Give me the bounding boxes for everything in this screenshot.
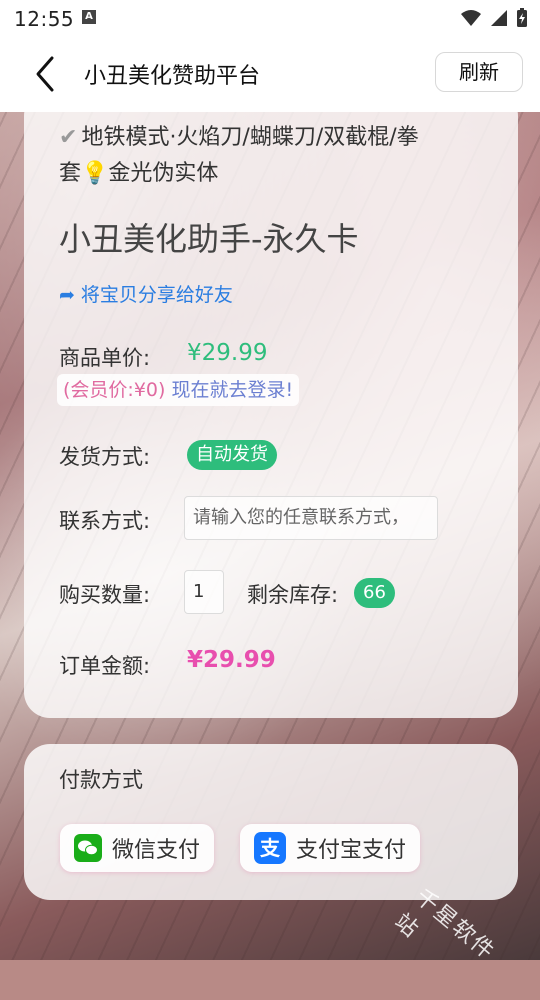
notification-icon: A xyxy=(82,10,96,24)
description-line2-pre: 套 xyxy=(59,161,82,186)
share-link[interactable]: ➦ 将宝贝分享给好友 xyxy=(59,280,233,307)
wechat-icon xyxy=(74,834,102,862)
page-title: 小丑美化赞助平台 xyxy=(84,64,261,89)
description-line1: 地铁模式·火焰刀/蝴蝶刀/双截棍/拳 xyxy=(81,125,419,150)
delivery-label: 发货方式: xyxy=(59,445,151,469)
signal-icon xyxy=(491,10,507,26)
wechat-pay-button[interactable]: 微信支付 xyxy=(60,824,215,872)
wechat-pay-label: 微信支付 xyxy=(112,838,201,863)
battery-icon xyxy=(517,8,527,27)
app-header: 小丑美化赞助平台 刷新 xyxy=(0,36,540,112)
back-arrow-icon[interactable] xyxy=(30,54,62,94)
share-arrow-icon: ➦ xyxy=(59,284,75,306)
lightbulb-icon: 💡 xyxy=(81,161,109,186)
quantity-input[interactable]: 1 xyxy=(184,570,224,614)
description-line2-post: 金光伪实体 xyxy=(108,161,219,186)
checkmark-icon: ✔ xyxy=(59,125,78,150)
unit-price-value: ¥29.99 xyxy=(187,340,268,366)
contact-label: 联系方式: xyxy=(59,509,151,533)
member-price: (会员价:¥0) xyxy=(63,379,166,401)
unit-price-label: 商品单价: xyxy=(59,346,151,370)
share-label: 将宝贝分享给好友 xyxy=(80,284,233,306)
payment-title: 付款方式 xyxy=(59,768,143,792)
alipay-label: 支付宝支付 xyxy=(296,838,407,863)
payment-card: 付款方式 微信支付 支 支付宝支付 xyxy=(24,744,518,900)
member-price-row: (会员价:¥0) 现在就去登录! xyxy=(57,374,300,406)
alipay-button[interactable]: 支 支付宝支付 xyxy=(240,824,421,872)
delivery-badge: 自动发货 xyxy=(187,440,277,470)
stock-badge: 66 xyxy=(354,578,395,608)
wifi-icon xyxy=(461,10,481,26)
contact-input[interactable]: 请输入您的任意联系方式， xyxy=(184,496,438,540)
product-card: ✔ 地铁模式·火焰刀/蝴蝶刀/双截棍/拳 套💡金光伪实体 小丑美化助手-永久卡 ➦… xyxy=(24,90,518,718)
stock-label: 剩余库存: xyxy=(247,583,339,607)
status-bar: 12:55 A xyxy=(0,0,540,36)
system-icons xyxy=(460,8,528,28)
total-value: ¥29.99 xyxy=(187,647,276,673)
login-link[interactable]: 现在就去登录! xyxy=(171,379,293,401)
total-label: 订单金额: xyxy=(59,654,151,678)
alipay-icon: 支 xyxy=(254,832,286,864)
quantity-label: 购买数量: xyxy=(59,583,151,607)
product-name: 小丑美化助手-永久卡 xyxy=(59,220,359,258)
product-description: ✔ 地铁模式·火焰刀/蝴蝶刀/双截棍/拳 套💡金光伪实体 xyxy=(59,120,489,192)
refresh-button[interactable]: 刷新 xyxy=(435,52,523,92)
status-time: 12:55 xyxy=(14,7,75,31)
